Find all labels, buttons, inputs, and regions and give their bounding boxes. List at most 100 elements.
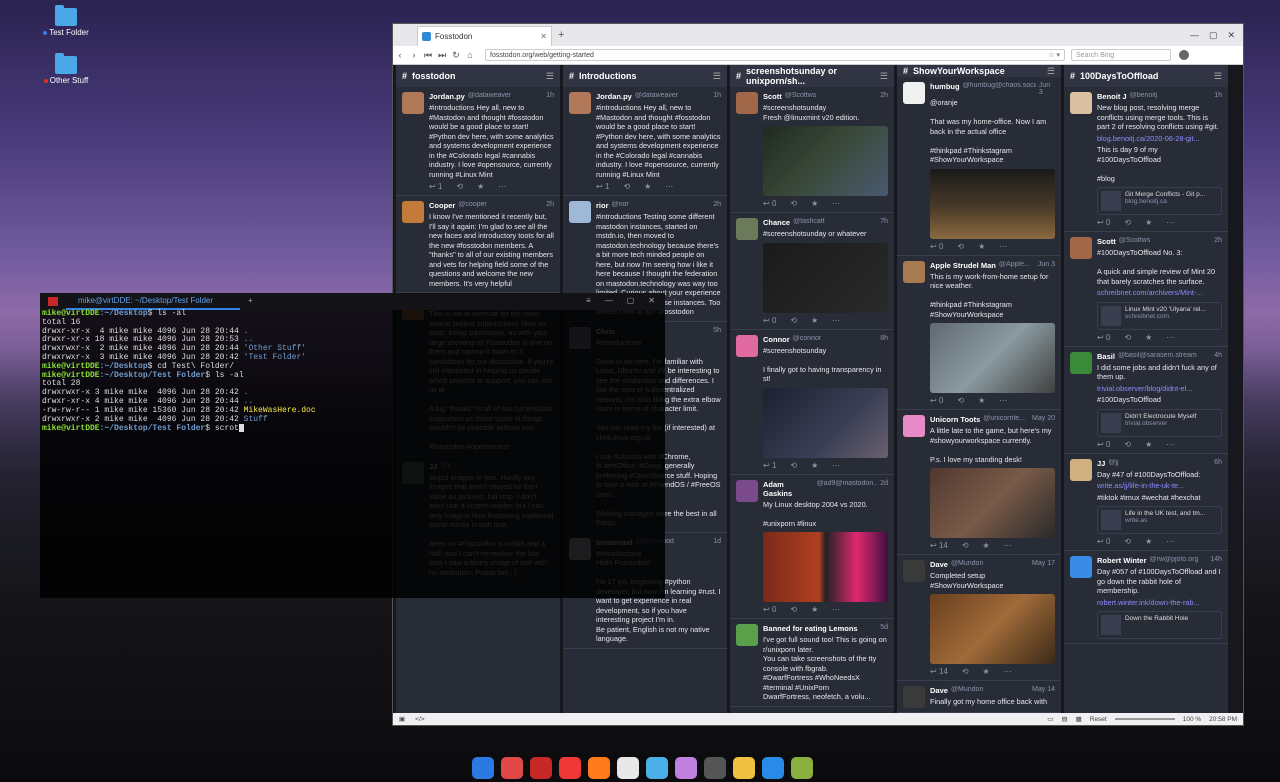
reply-button[interactable]: ↩ 0 — [1097, 218, 1110, 227]
browser-tab[interactable]: Fosstodon ✕ — [417, 26, 552, 46]
username[interactable]: @basil@sarasem.stream — [1118, 352, 1197, 361]
timestamp[interactable]: 14h — [1207, 556, 1222, 565]
home-icon[interactable]: ⌂ — [463, 50, 477, 60]
launcher-icon[interactable] — [472, 757, 494, 779]
vivaldi-icon[interactable] — [559, 757, 581, 779]
boost-icon[interactable]: ⟲ — [957, 396, 964, 405]
status-item[interactable]: Dave @Mundon May 14 Finally got my home off… — [897, 681, 1061, 713]
close-icon[interactable]: ✕ — [540, 32, 547, 41]
timestamp[interactable]: 1d — [710, 538, 721, 547]
status-item[interactable]: Unicorn Toots @unicornfe... May 20 A little… — [897, 410, 1061, 555]
column-header[interactable]: #100DaysToOffload ☰ — [1064, 65, 1228, 87]
first-icon[interactable]: ⏮ — [421, 50, 435, 61]
boost-icon[interactable]: ⟲ — [790, 461, 797, 470]
close-icon[interactable]: ✕ — [1227, 30, 1235, 41]
timestamp[interactable]: Jun 3 — [1035, 261, 1055, 270]
media-attachment[interactable] — [930, 323, 1055, 393]
timestamp[interactable]: Jun 3 — [1036, 82, 1055, 96]
media-attachment[interactable] — [763, 242, 888, 313]
reply-button[interactable]: ↩ 0 — [763, 316, 776, 325]
username[interactable]: @dataweaver — [635, 92, 678, 101]
favourite-icon[interactable]: ★ — [1145, 440, 1152, 449]
minimize-icon[interactable]: — — [605, 296, 613, 306]
username[interactable]: @Mundon — [951, 560, 983, 569]
more-icon[interactable]: ⋯ — [1166, 333, 1174, 342]
zoom-slider[interactable] — [1114, 718, 1175, 720]
favourite-icon[interactable]: ★ — [477, 182, 484, 191]
settings-icon[interactable]: ☰ — [713, 71, 721, 82]
link-card[interactable]: Didn't Electrocute Myself trivial.observe… — [1097, 408, 1222, 437]
avatar[interactable] — [402, 201, 424, 223]
more-icon[interactable]: ⋯ — [832, 605, 840, 614]
favourite-icon[interactable]: ★ — [1145, 537, 1152, 546]
media-attachment[interactable] — [763, 387, 888, 458]
arrow-icon[interactable] — [704, 757, 726, 779]
display-name[interactable]: Dave — [930, 686, 948, 695]
more-icon[interactable]: ⋯ — [1166, 218, 1174, 227]
more-icon[interactable]: ⋯ — [1166, 537, 1174, 546]
bookmark-icon[interactable]: ☆ ▾ — [1048, 50, 1064, 60]
favourite-icon[interactable]: ★ — [1145, 218, 1152, 227]
firefox-icon[interactable] — [588, 757, 610, 779]
terminal-icon[interactable] — [530, 757, 552, 779]
status-link[interactable]: schreibnet.com/archivers/Mint-... — [1097, 288, 1222, 298]
timestamp[interactable]: 2h — [1211, 237, 1222, 246]
column-header[interactable]: # fosstodon ☰ — [396, 65, 560, 87]
reload-icon[interactable]: ↻ — [449, 50, 463, 61]
avatar[interactable] — [736, 92, 758, 114]
reply-button[interactable]: ↩ 14 — [930, 541, 948, 550]
more-icon[interactable]: ⋯ — [1004, 667, 1012, 676]
media-attachment[interactable] — [930, 468, 1055, 538]
more-icon[interactable]: ⋯ — [1004, 541, 1012, 550]
maximize-icon[interactable]: ▢ — [1209, 30, 1218, 41]
code-icon[interactable]: </> — [415, 716, 424, 723]
display-name[interactable]: Dave — [930, 560, 948, 569]
avatar[interactable] — [1070, 556, 1092, 578]
display-name[interactable]: Benoit J — [1097, 92, 1127, 101]
panel-toggle-icon[interactable]: ▣ — [399, 715, 405, 723]
favourite-icon[interactable]: ★ — [983, 541, 990, 550]
more-icon[interactable]: ⋯ — [1166, 440, 1174, 449]
menu-icon[interactable]: ≡ — [586, 296, 591, 306]
reply-button[interactable]: ↩ 1 — [763, 461, 776, 470]
display-name[interactable]: Apple Strudel Man — [930, 261, 996, 270]
more-icon[interactable]: ⋯ — [498, 182, 506, 191]
display-name[interactable]: Jordan.py — [429, 92, 465, 101]
terminal-window[interactable]: mike@virtDDE: ~/Desktop/Test Folder + ≡ … — [40, 293, 665, 598]
username[interactable]: @Scottws — [785, 92, 817, 101]
avatar[interactable] — [903, 415, 925, 437]
avatar[interactable] — [402, 92, 424, 114]
timestamp[interactable]: 2d — [877, 480, 888, 498]
forward-icon[interactable]: › — [407, 50, 421, 60]
avatar[interactable] — [1070, 92, 1092, 114]
boost-icon[interactable]: ⟲ — [1124, 333, 1131, 342]
media-attachment[interactable] — [930, 168, 1055, 239]
status-item[interactable]: JJ @jj 6h Day #47 of #100DaysToOffload: writ… — [1064, 454, 1228, 551]
status-item[interactable]: Robert Winter @rw@pjoto.org 14h Day #057 of… — [1064, 551, 1228, 644]
timestamp[interactable]: 1h — [710, 92, 721, 101]
display-name[interactable]: rior — [596, 201, 609, 210]
boost-icon[interactable]: ⟲ — [957, 242, 964, 251]
more-icon[interactable]: ⋯ — [999, 242, 1007, 251]
boost-icon[interactable]: ⟲ — [790, 199, 797, 208]
minimize-icon[interactable]: — — [1190, 30, 1199, 41]
add-tab-icon[interactable]: + — [248, 296, 253, 306]
timestamp[interactable]: 2h — [710, 201, 721, 210]
more-icon[interactable]: ⋯ — [832, 199, 840, 208]
url-field[interactable]: fosstodon.org/web/getting-started ☆ ▾ — [485, 49, 1065, 61]
timestamp[interactable]: 1h — [1211, 92, 1222, 101]
timestamp[interactable]: May 17 — [1029, 560, 1055, 569]
media-attachment[interactable] — [763, 532, 888, 602]
settings-icon[interactable]: ☰ — [546, 71, 554, 82]
status-link[interactable]: blog.benoitj.ca/2020-06-28-git... — [1097, 134, 1222, 144]
app-store-icon[interactable] — [646, 757, 668, 779]
desktop-icon-test-folder[interactable]: Test Folder — [36, 5, 96, 37]
settings-icon[interactable]: ☰ — [880, 71, 888, 82]
account-icon[interactable] — [1179, 50, 1189, 60]
avatar[interactable] — [1070, 237, 1092, 259]
username[interactable]: @jj — [1108, 459, 1118, 468]
new-tab-button[interactable]: + — [558, 29, 564, 41]
display-name[interactable]: Cooper — [429, 201, 455, 210]
username[interactable]: @Scottws — [1119, 237, 1151, 246]
settings-icon[interactable] — [675, 757, 697, 779]
